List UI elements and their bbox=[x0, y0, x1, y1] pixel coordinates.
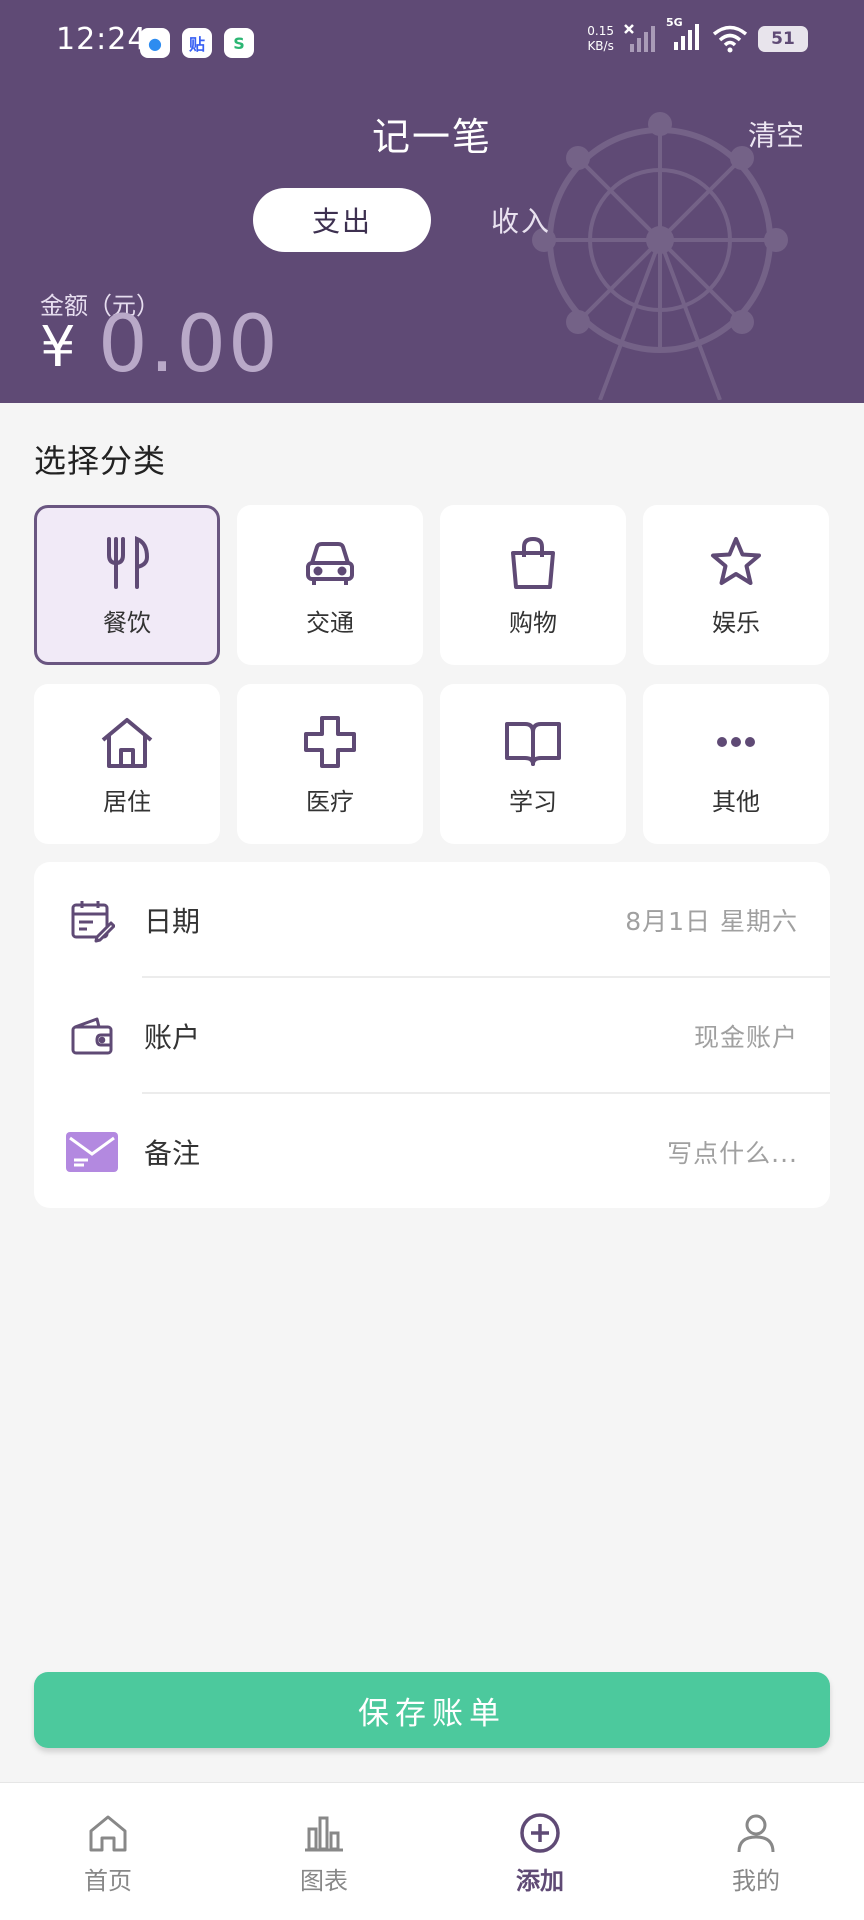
clear-button[interactable]: 清空 bbox=[748, 114, 804, 154]
network-type: 5G bbox=[666, 16, 683, 29]
category-dining[interactable]: 餐饮 bbox=[34, 505, 220, 665]
bar-chart-icon bbox=[305, 1816, 343, 1852]
status-indicators: 0.15 KB/s 5G 51 bbox=[587, 16, 808, 56]
date-label: 日期 bbox=[144, 904, 201, 938]
utensils-icon bbox=[107, 536, 150, 589]
header: 12:24 ● 贴 S 0.15 KB/s 5G 51 记一笔 清空 支出 收入… bbox=[0, 0, 864, 403]
category-label: 交通 bbox=[306, 609, 354, 637]
page-title: 记一笔 bbox=[371, 115, 492, 159]
shopping-bag-icon bbox=[511, 537, 555, 589]
car-icon bbox=[306, 542, 354, 585]
note-label: 备注 bbox=[144, 1136, 201, 1170]
category-grid: 餐饮 交通 购物 娱乐 居住 医疗 学习 其他 bbox=[34, 505, 830, 844]
nav-charts[interactable]: 图表 bbox=[216, 1783, 432, 1920]
note-input[interactable]: 写点什么... bbox=[667, 1134, 798, 1170]
category-label: 购物 bbox=[509, 609, 557, 637]
category-shopping[interactable]: 购物 bbox=[440, 505, 626, 665]
tab-expense[interactable]: 支出 bbox=[253, 188, 431, 252]
net-speed-unit: KB/s bbox=[587, 39, 614, 53]
house-icon bbox=[101, 718, 153, 768]
medical-cross-icon bbox=[304, 716, 356, 768]
envelope-icon bbox=[66, 1126, 118, 1178]
calendar-edit-icon bbox=[66, 894, 118, 946]
status-bar: 12:24 ● 贴 S 0.15 KB/s 5G 51 bbox=[0, 0, 864, 86]
category-label: 餐饮 bbox=[103, 609, 151, 637]
category-entertainment[interactable]: 娱乐 bbox=[643, 505, 829, 665]
tieba-app-icon: 贴 bbox=[182, 28, 212, 58]
account-label: 账户 bbox=[144, 1020, 201, 1054]
category-label: 居住 bbox=[103, 788, 151, 816]
bottom-nav: 首页 图表 添加 我的 bbox=[0, 1782, 864, 1920]
category-label: 医疗 bbox=[306, 788, 354, 816]
nav-profile[interactable]: 我的 bbox=[648, 1783, 864, 1920]
category-other[interactable]: 其他 bbox=[643, 684, 829, 844]
date-row[interactable]: 日期 8月1日 星期六 bbox=[34, 862, 830, 977]
net-speed: 0.15 KB/s bbox=[587, 24, 614, 54]
nav-label: 首页 bbox=[84, 1867, 132, 1895]
more-dots-icon bbox=[717, 737, 755, 747]
notification-icons: ● 贴 S bbox=[140, 28, 254, 58]
nav-label: 图表 bbox=[300, 1867, 348, 1895]
account-row[interactable]: 账户 现金账户 bbox=[34, 978, 830, 1093]
date-value: 8月1日 星期六 bbox=[625, 906, 798, 936]
wifi-icon bbox=[712, 25, 748, 53]
amount-input[interactable]: 0.00 bbox=[98, 300, 280, 390]
page: 12:24 ● 贴 S 0.15 KB/s 5G 51 记一笔 清空 支出 收入… bbox=[0, 0, 864, 1920]
category-study[interactable]: 学习 bbox=[440, 684, 626, 844]
star-icon bbox=[711, 537, 761, 585]
note-row[interactable]: 备注 写点什么... bbox=[34, 1094, 830, 1209]
browser-app-icon: ● bbox=[140, 28, 170, 58]
profile-icon bbox=[737, 1814, 775, 1853]
net-speed-value: 0.15 bbox=[587, 24, 614, 38]
signal-5g: 5G bbox=[666, 16, 702, 56]
tab-income[interactable]: 收入 bbox=[450, 188, 592, 252]
category-transport[interactable]: 交通 bbox=[237, 505, 423, 665]
account-value: 现金账户 bbox=[693, 1022, 798, 1052]
nav-label: 添加 bbox=[516, 1867, 564, 1895]
nav-home[interactable]: 首页 bbox=[0, 1783, 216, 1920]
details-card: 日期 8月1日 星期六 账户 现金账户 备注 写点什么... bbox=[34, 862, 830, 1208]
category-label: 学习 bbox=[509, 788, 557, 816]
battery-indicator: 51 bbox=[758, 26, 808, 52]
wallet-icon bbox=[66, 1010, 118, 1062]
signal-off-icon bbox=[624, 24, 655, 52]
green-app-icon: S bbox=[224, 28, 254, 58]
save-bill-button[interactable]: 保存账单 bbox=[34, 1672, 830, 1748]
category-label: 娱乐 bbox=[712, 609, 760, 637]
book-icon bbox=[505, 722, 561, 766]
add-circle-icon bbox=[520, 1813, 560, 1853]
category-section-title: 选择分类 bbox=[34, 442, 167, 480]
status-time: 12:24 bbox=[56, 22, 148, 57]
home-icon bbox=[89, 1815, 127, 1852]
category-medical[interactable]: 医疗 bbox=[237, 684, 423, 844]
currency-symbol: ¥ bbox=[40, 315, 76, 380]
nav-label: 我的 bbox=[732, 1867, 780, 1895]
category-housing[interactable]: 居住 bbox=[34, 684, 220, 844]
nav-add[interactable]: 添加 bbox=[432, 1783, 648, 1920]
category-label: 其他 bbox=[712, 788, 760, 816]
